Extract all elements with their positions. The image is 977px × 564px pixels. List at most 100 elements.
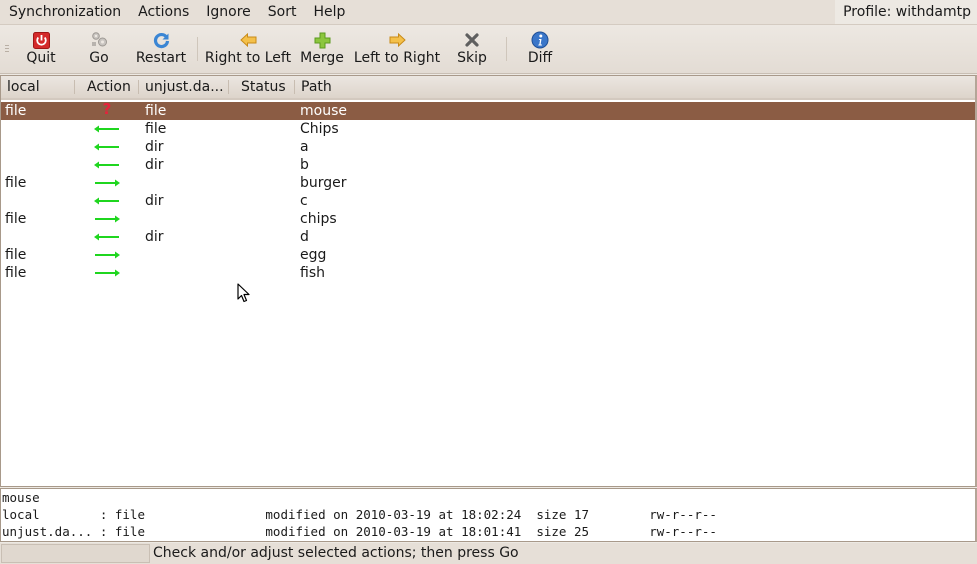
cell-path: burger [300, 175, 347, 191]
cell-action[interactable] [75, 210, 139, 228]
column-header-action[interactable]: Action [75, 76, 139, 98]
arrow-right-icon [95, 179, 120, 187]
details-local-info: local : file modified on 2010-03-19 at 1… [2, 507, 717, 522]
gears-icon [90, 31, 108, 49]
cell-remote [139, 264, 229, 282]
mouse-cursor-icon [237, 283, 250, 303]
table-row[interactable]: file Chips [1, 120, 975, 138]
cell-action[interactable] [75, 174, 139, 192]
cell-path: d [300, 229, 309, 245]
arrow-left-icon [94, 143, 119, 151]
cell-path: c [300, 193, 308, 209]
table-row[interactable]: file fish [1, 264, 975, 282]
table-row[interactable]: file burger [1, 174, 975, 192]
table-row[interactable]: dir d [1, 228, 975, 246]
conflict-icon: ? [102, 102, 112, 118]
merge-button[interactable]: Merge [293, 25, 351, 73]
table-body: file? file mouse file Chips dir a dir b file burge… [1, 102, 975, 282]
arrow-left-icon [94, 125, 119, 133]
table-row[interactable]: file egg [1, 246, 975, 264]
unison-window: Synchronization Actions Ignore Sort Help… [0, 0, 977, 564]
cell-status [229, 138, 295, 156]
details-path: mouse [2, 490, 40, 505]
cell-local: file [5, 103, 27, 119]
cell-status [229, 120, 295, 138]
toolbar-grip-handle[interactable] [0, 25, 14, 73]
cell-path: Chips [300, 121, 339, 137]
left-to-right-button[interactable]: Left to Right [351, 25, 443, 73]
info-icon [531, 31, 549, 49]
quit-button[interactable]: Quit [14, 25, 68, 73]
toolbar-separator [197, 37, 198, 61]
progress-area [1, 544, 150, 563]
cell-status [229, 102, 295, 120]
toolbar-separator [506, 37, 507, 61]
table-row[interactable]: file chips [1, 210, 975, 228]
cell-local [1, 192, 75, 210]
cell-path: b [300, 157, 309, 173]
cell-remote: dir [145, 157, 164, 173]
cell-action[interactable] [75, 120, 139, 138]
table-row[interactable]: dir a [1, 138, 975, 156]
cell-action[interactable] [75, 138, 139, 156]
cell-action[interactable] [75, 228, 139, 246]
refresh-icon [152, 31, 170, 49]
details-remote-info: unjust.da... : file modified on 2010-03-… [2, 524, 717, 539]
cell-remote: file [145, 121, 167, 137]
menu-actions[interactable]: Actions [129, 0, 197, 24]
status-bar: Check and/or adjust selected actions; th… [0, 543, 977, 564]
cell-status [229, 246, 295, 264]
power-icon [32, 31, 50, 49]
restart-label: Restart [135, 50, 187, 66]
table-row[interactable]: dir b [1, 156, 975, 174]
cell-local: file [5, 265, 27, 281]
file-list-table: local Action unjust.da... Status Path fi… [0, 75, 977, 487]
menu-sort[interactable]: Sort [259, 0, 305, 24]
table-row[interactable]: file? file mouse [1, 102, 975, 120]
arrow-right-icon [388, 31, 406, 49]
quit-label: Quit [26, 50, 56, 66]
cell-local: file [5, 247, 27, 263]
cell-local [1, 228, 75, 246]
cell-action[interactable]: ? [75, 102, 139, 120]
menu-help[interactable]: Help [305, 0, 354, 24]
skip-button[interactable]: Skip [443, 25, 501, 73]
cell-local: file [5, 211, 27, 227]
left-to-right-label: Left to Right [353, 50, 441, 66]
column-header-local[interactable]: local [1, 76, 75, 98]
cell-remote [139, 174, 229, 192]
skip-label: Skip [457, 50, 487, 66]
cell-path: egg [300, 247, 327, 263]
go-button[interactable]: Go [68, 25, 130, 73]
arrow-left-icon [94, 161, 119, 169]
cell-action[interactable] [75, 156, 139, 174]
cell-path: fish [300, 265, 325, 281]
cell-action[interactable] [75, 264, 139, 282]
x-icon [463, 31, 481, 49]
cell-action[interactable] [75, 246, 139, 264]
restart-button[interactable]: Restart [130, 25, 192, 73]
cell-status [229, 192, 295, 210]
cell-remote: dir [145, 193, 164, 209]
cell-status [229, 210, 295, 228]
menu-ignore[interactable]: Ignore [197, 0, 259, 24]
diff-button[interactable]: Diff [512, 25, 568, 73]
right-to-left-label: Right to Left [204, 50, 292, 66]
profile-label: Profile: withdamtp [835, 0, 977, 24]
cell-status [229, 228, 295, 246]
cell-action[interactable] [75, 192, 139, 210]
cell-status [229, 174, 295, 192]
go-label: Go [89, 50, 109, 66]
toolbar: Quit Go Restart Right to Left Merge Left… [0, 24, 977, 74]
table-row[interactable]: dir c [1, 192, 975, 210]
right-to-left-button[interactable]: Right to Left [203, 25, 293, 73]
menu-synchronization[interactable]: Synchronization [0, 0, 129, 24]
cell-path: a [300, 139, 309, 155]
cell-remote: dir [145, 139, 164, 155]
cell-path: chips [300, 211, 337, 227]
column-header-remote[interactable]: unjust.da... [139, 76, 229, 98]
column-header-path[interactable]: Path [295, 76, 975, 98]
column-header-status[interactable]: Status [229, 76, 295, 98]
cell-status [229, 156, 295, 174]
cell-remote: file [145, 103, 167, 119]
